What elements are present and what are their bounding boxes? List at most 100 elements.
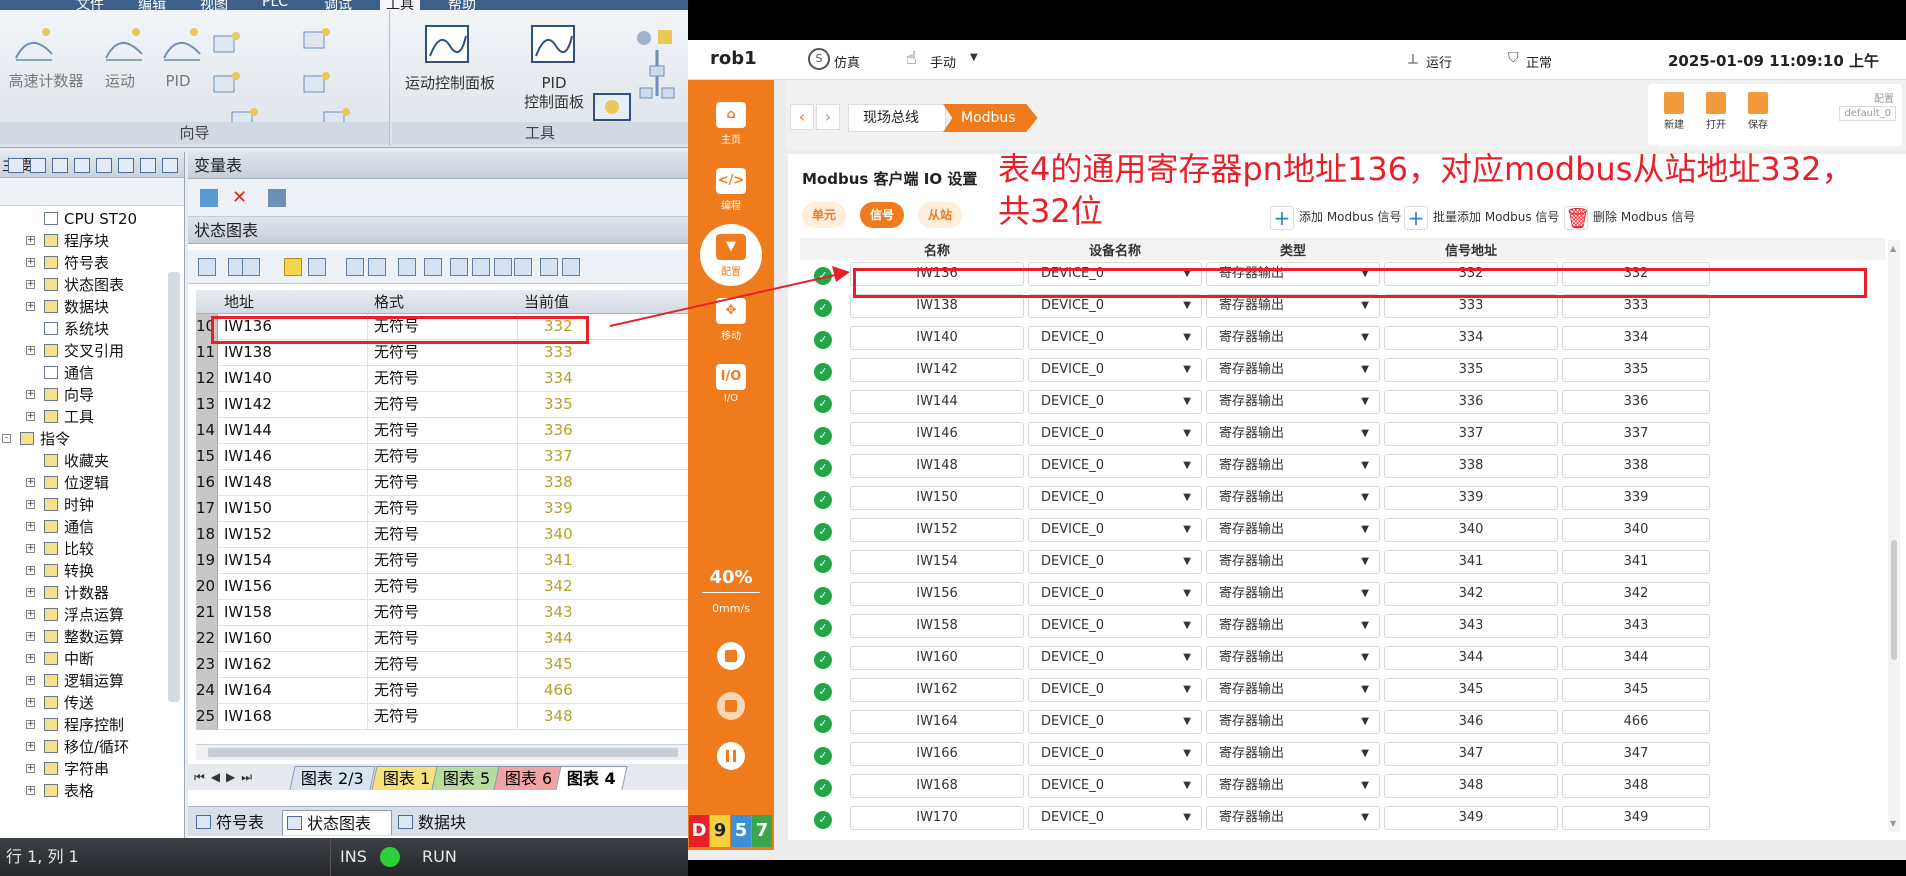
expand-icon[interactable]: + [26,544,35,553]
status-chart-row[interactable]: 23 IW162 无符号 345 [196,652,688,678]
format-cell[interactable]: 无符号 [370,496,518,522]
signal-row[interactable]: ✓ IW140 DEVICE_0 ▼ 寄存器输出 ▼ 334 334 [800,324,1885,352]
signal-address-field[interactable]: 343 [1384,614,1558,638]
address-cell[interactable]: IW162 [220,652,368,678]
expand-icon[interactable]: + [26,346,35,355]
tree-tool-7-icon[interactable] [162,158,178,173]
type-select[interactable]: 寄存器输出 ▼ [1206,358,1380,382]
wizard-button-2[interactable]: PID [150,72,206,91]
format-cell[interactable]: 无符号 [370,522,518,548]
type-select[interactable]: 寄存器输出 ▼ [1206,678,1380,702]
address-cell[interactable]: IW158 [220,600,368,626]
format-cell[interactable]: 无符号 [370,600,518,626]
mode-simulation[interactable]: 仿真 [834,52,860,71]
signal-address-field[interactable]: 340 [1384,518,1558,542]
signal-value-field[interactable]: 338 [1562,454,1710,478]
signal-name-field[interactable]: IW154 [850,550,1024,574]
type-select[interactable]: 寄存器输出 ▼ [1206,422,1380,446]
chart-tool-5-icon[interactable] [346,258,364,276]
file-tool-0[interactable]: 新建 [1656,92,1692,131]
tree-tool-2-icon[interactable] [52,158,68,173]
chart-tool-13-icon[interactable] [540,258,558,276]
chart-tool-10-icon[interactable] [472,258,490,276]
signal-row[interactable]: ✓ IW166 DEVICE_0 ▼ 寄存器输出 ▼ 347 347 [800,740,1885,768]
tree-tool-4-icon[interactable] [96,158,112,173]
status-chart-row[interactable]: 21 IW158 无符号 343 [196,600,688,626]
signal-row[interactable]: ✓ IW146 DEVICE_0 ▼ 寄存器输出 ▼ 337 337 [800,420,1885,448]
format-cell[interactable]: 无符号 [370,392,518,418]
type-select[interactable]: 寄存器输出 ▼ [1206,326,1380,350]
signal-address-field[interactable]: 347 [1384,742,1558,766]
signal-row[interactable]: ✓ IW162 DEVICE_0 ▼ 寄存器输出 ▼ 345 345 [800,676,1885,704]
tree-item[interactable]: + 程序块 [0,230,170,252]
expand-icon[interactable]: + [26,764,35,773]
tree-item[interactable]: 系统块 [0,318,170,340]
signal-name-field[interactable]: IW150 [850,486,1024,510]
device-select[interactable]: DEVICE_0 ▼ [1028,646,1202,670]
chart-tool-8-icon[interactable] [424,258,442,276]
signal-name-field[interactable]: IW146 [850,422,1024,446]
tree-tool-1-icon[interactable] [30,158,46,173]
signal-value-field[interactable]: 335 [1562,358,1710,382]
tree-item[interactable]: + 移位/循环 [0,736,170,758]
file-tool-1[interactable]: 打开 [1698,92,1734,131]
chart-tool-4-icon[interactable] [308,258,326,276]
format-cell[interactable]: 无符号 [370,574,518,600]
status-chart-row[interactable]: 22 IW160 无符号 344 [196,626,688,652]
signal-address-field[interactable]: 344 [1384,646,1558,670]
back-button[interactable]: ‹ [790,104,814,130]
grid-scrollbar[interactable]: ▲ ▼ [1888,240,1900,832]
tools-button-1[interactable]: PID 控制面板 [504,74,604,112]
tree-item[interactable]: + 传送 [0,692,170,714]
status-chart-hscroll[interactable] [196,744,688,760]
signal-name-field[interactable]: IW148 [850,454,1024,478]
tree-item[interactable]: + 比较 [0,538,170,560]
device-select[interactable]: DEVICE_0 ▼ [1028,582,1202,606]
signal-address-field[interactable]: 346 [1384,710,1558,734]
expand-icon[interactable]: + [26,742,35,751]
wizard-button-0[interactable]: 高速计数器 [2,72,90,91]
tree-item[interactable]: + 位逻辑 [0,472,170,494]
device-select[interactable]: DEVICE_0 ▼ [1028,454,1202,478]
signal-row[interactable]: ✓ IW160 DEVICE_0 ▼ 寄存器输出 ▼ 344 344 [800,644,1885,672]
signal-name-field[interactable]: IW140 [850,326,1024,350]
device-select[interactable]: DEVICE_0 ▼ [1028,742,1202,766]
subtab-2[interactable]: 从站 [918,202,962,228]
tools-button-0[interactable]: 运动控制面板 [398,74,502,93]
expand-icon[interactable]: + [26,720,35,729]
device-select[interactable]: DEVICE_0 ▼ [1028,518,1202,542]
tree-item[interactable]: + 通信 [0,516,170,538]
tree-item[interactable]: + 浮点运算 [0,604,170,626]
device-select[interactable]: DEVICE_0 ▼ [1028,774,1202,798]
address-cell[interactable]: IW168 [220,704,368,730]
signal-value-field[interactable]: 337 [1562,422,1710,446]
format-cell[interactable]: 无符号 [370,366,518,392]
expand-icon[interactable]: + [26,412,35,421]
status-chart-row[interactable]: 19 IW154 无符号 341 [196,548,688,574]
address-cell[interactable]: IW142 [220,392,368,418]
signal-address-field[interactable]: 335 [1384,358,1558,382]
tree-item[interactable]: + 计数器 [0,582,170,604]
type-select[interactable]: 寄存器输出 ▼ [1206,582,1380,606]
type-select[interactable]: 寄存器输出 ▼ [1206,486,1380,510]
format-cell[interactable]: 无符号 [370,652,518,678]
sheet-nav-arrows[interactable]: ⏮◀▶⏭ [194,770,258,785]
signal-name-field[interactable]: IW162 [850,678,1024,702]
signal-address-field[interactable]: 337 [1384,422,1558,446]
signal-row[interactable]: ✓ IW150 DEVICE_0 ▼ 寄存器输出 ▼ 339 339 [800,484,1885,512]
chart-tool-11-icon[interactable] [494,258,512,276]
signal-address-field[interactable]: 349 [1384,806,1558,830]
status-chart-row[interactable]: 24 IW164 无符号 466 [196,678,688,704]
chart-tool-14-icon[interactable] [562,258,580,276]
file-tool-2[interactable]: 保存 [1740,92,1776,131]
signal-address-field[interactable]: 342 [1384,582,1558,606]
breadcrumb-modbus[interactable]: Modbus [943,104,1038,132]
breadcrumb-fieldbus[interactable]: 现场总线 [848,104,946,132]
type-select[interactable]: 寄存器输出 ▼ [1206,774,1380,798]
signal-address-field[interactable]: 341 [1384,550,1558,574]
signal-name-field[interactable]: IW164 [850,710,1024,734]
device-select[interactable]: DEVICE_0 ▼ [1028,710,1202,734]
signal-row[interactable]: ✓ IW158 DEVICE_0 ▼ 寄存器输出 ▼ 343 343 [800,612,1885,640]
device-select[interactable]: DEVICE_0 ▼ [1028,326,1202,350]
tree-item[interactable]: + 逻辑运算 [0,670,170,692]
